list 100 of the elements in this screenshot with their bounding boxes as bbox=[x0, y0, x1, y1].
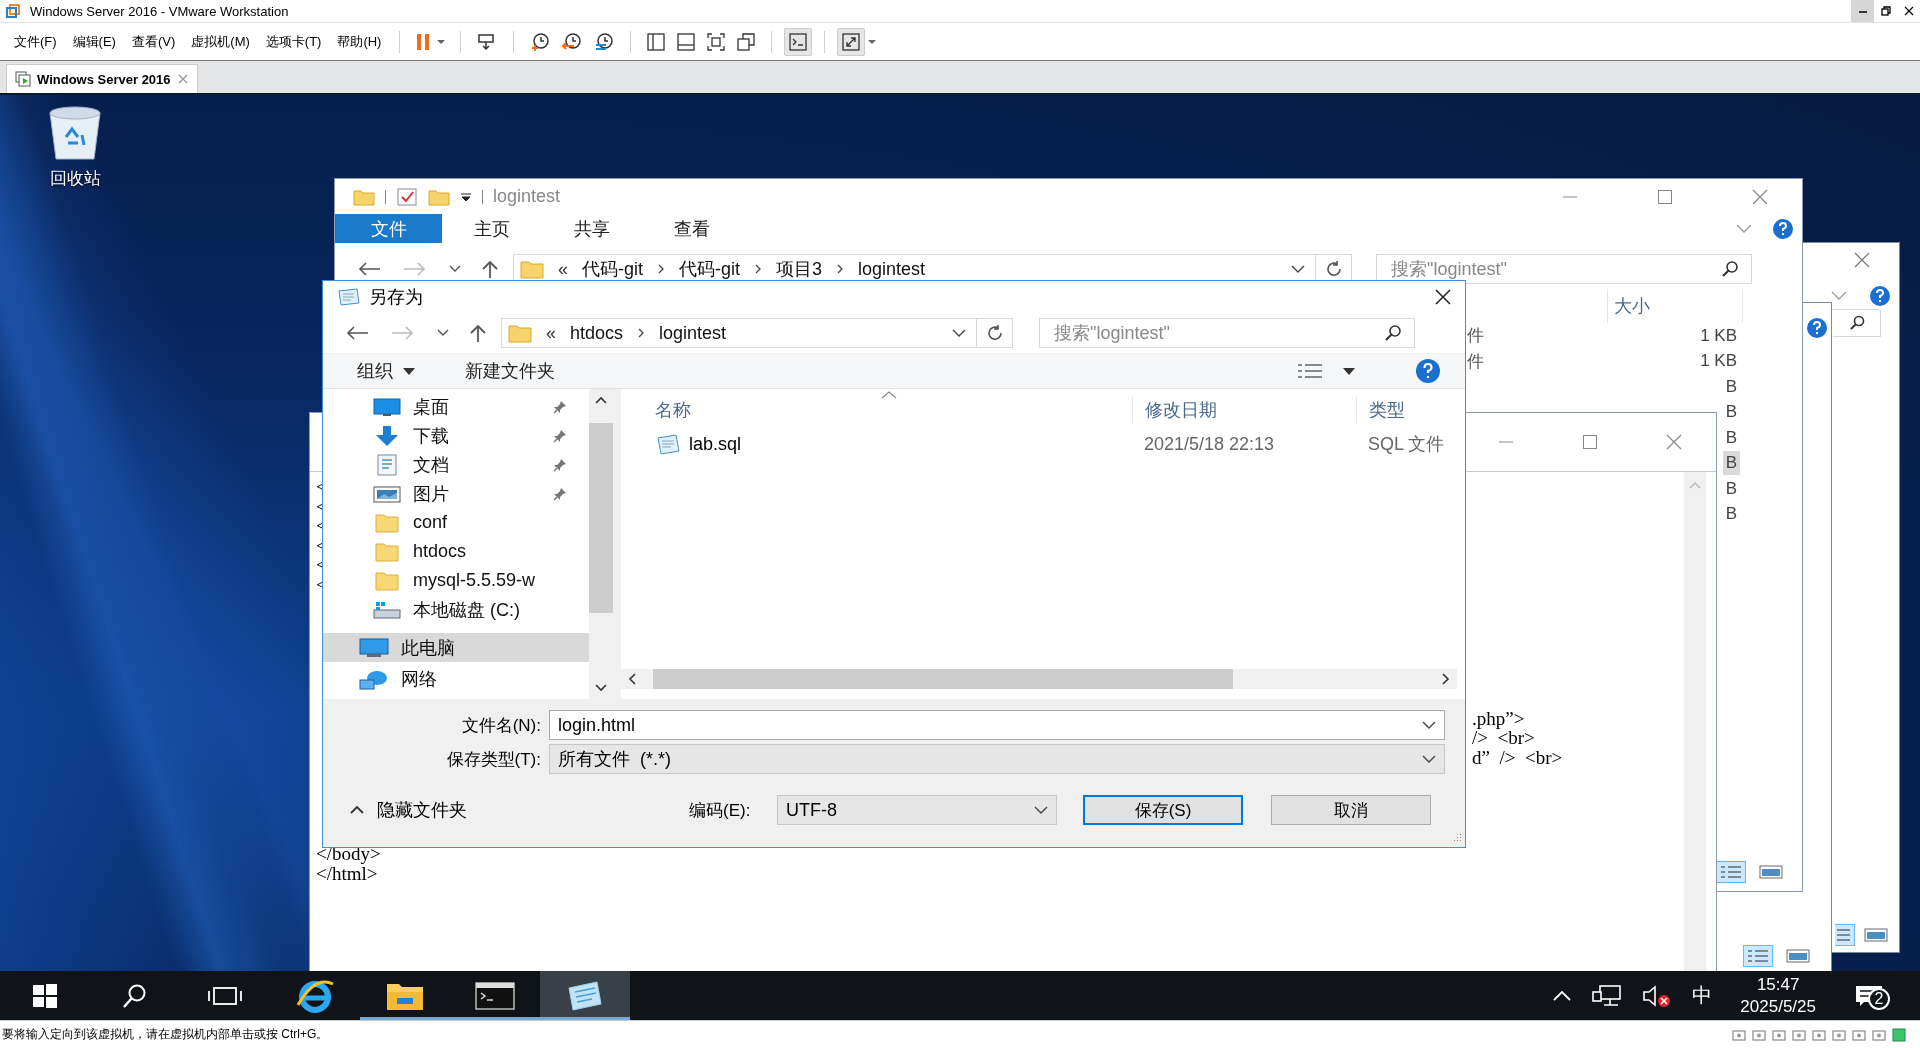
breadcrumb-overflow[interactable]: « bbox=[546, 322, 556, 344]
clock-time[interactable]: 15:47 bbox=[1756, 973, 1800, 996]
file-size[interactable]: B bbox=[1722, 451, 1740, 476]
dialog-button[interactable]: 保存(S) bbox=[1083, 795, 1243, 825]
nav-item[interactable]: conf bbox=[323, 508, 589, 537]
file-size[interactable]: B bbox=[1722, 502, 1740, 527]
details-view-icon[interactable] bbox=[1716, 861, 1746, 883]
nav-item[interactable]: 图片 bbox=[323, 479, 589, 508]
maximize-icon[interactable] bbox=[1582, 434, 1598, 450]
clock-revert-icon[interactable] bbox=[562, 31, 583, 52]
help-icon[interactable] bbox=[1869, 285, 1891, 307]
organize-menu[interactable]: 组织 bbox=[357, 359, 415, 383]
clock-date[interactable]: 2025/5/25 bbox=[1740, 995, 1816, 1018]
notepad-icon[interactable] bbox=[565, 979, 605, 1012]
notification-button[interactable]: 2 bbox=[1834, 971, 1904, 1020]
close-icon[interactable] bbox=[1434, 288, 1452, 306]
caret-icon[interactable] bbox=[403, 367, 415, 375]
breadcrumb-item[interactable]: 项目3 bbox=[776, 257, 823, 281]
scroll-right-icon[interactable] bbox=[1441, 672, 1451, 686]
breadcrumb-item[interactable]: logintest bbox=[659, 322, 727, 344]
scroll-up-icon[interactable] bbox=[594, 395, 608, 405]
up-arrow-icon[interactable] bbox=[469, 323, 487, 343]
network-icon[interactable] bbox=[1592, 984, 1623, 1007]
scroll-left-icon[interactable] bbox=[627, 672, 637, 686]
ribbon-tab[interactable]: 主页 bbox=[442, 214, 542, 243]
menu-item[interactable]: 查看(V) bbox=[123, 27, 184, 56]
menu-item[interactable]: 选项卡(T) bbox=[257, 27, 330, 56]
column-header[interactable]: 修改日期 bbox=[1132, 397, 1356, 423]
chevron-down-icon[interactable] bbox=[1291, 265, 1305, 273]
nav-item[interactable]: htdocs bbox=[323, 537, 589, 566]
clock-plus-icon[interactable] bbox=[530, 31, 551, 52]
address-bar[interactable]: « htdocs logintest bbox=[501, 318, 977, 348]
help-icon[interactable] bbox=[1415, 358, 1441, 384]
search-icon[interactable] bbox=[122, 982, 148, 1009]
search-field[interactable] bbox=[1833, 309, 1881, 337]
up-arrow-icon[interactable] bbox=[481, 259, 499, 279]
ribbon-tab[interactable]: 文件 bbox=[335, 214, 442, 243]
overlapping-windows-icon[interactable] bbox=[737, 32, 756, 51]
menu-item[interactable]: 编辑(E) bbox=[64, 27, 124, 56]
file-size[interactable]: 1 KB bbox=[1697, 323, 1740, 348]
pin-icon[interactable] bbox=[553, 486, 567, 501]
chevron-up-icon[interactable] bbox=[349, 805, 365, 815]
clock-list-icon[interactable] bbox=[594, 31, 615, 52]
chevron-right-icon[interactable] bbox=[657, 264, 666, 274]
column-header[interactable]: 名称 bbox=[621, 397, 1132, 423]
chevron-right-icon[interactable] bbox=[836, 264, 845, 274]
menu-item[interactable]: 帮助(H) bbox=[329, 27, 390, 56]
help-icon[interactable] bbox=[1772, 217, 1794, 240]
search-field[interactable]: 搜索"logintest" bbox=[1039, 318, 1415, 348]
nav-item[interactable]: 此电脑 bbox=[323, 633, 589, 662]
chevron-right-icon[interactable] bbox=[637, 328, 646, 338]
checklist-icon[interactable] bbox=[396, 186, 418, 207]
pause-icon[interactable] bbox=[416, 32, 431, 51]
restore-icon[interactable] bbox=[1880, 6, 1891, 16]
search-icon[interactable] bbox=[1848, 315, 1865, 331]
maximize-icon[interactable] bbox=[1656, 188, 1673, 205]
nav-item[interactable]: mysql-5.5.59-w bbox=[323, 566, 589, 595]
encoding-dropdown[interactable]: UTF-8 bbox=[777, 795, 1057, 825]
pin-icon[interactable] bbox=[553, 399, 567, 414]
file-size[interactable]: 1 KB bbox=[1697, 349, 1740, 374]
hide-folders-toggle[interactable]: 隐藏文件夹 bbox=[349, 798, 689, 822]
scrollbar[interactable] bbox=[589, 389, 613, 699]
close-icon[interactable] bbox=[1903, 6, 1914, 16]
chevron-right-icon[interactable] bbox=[754, 264, 763, 274]
caret-icon[interactable] bbox=[1343, 367, 1355, 375]
pin-icon[interactable] bbox=[553, 457, 567, 472]
device-icon[interactable] bbox=[1832, 1027, 1846, 1042]
resize-arrows-icon[interactable] bbox=[842, 32, 861, 51]
dialog-button[interactable]: 取消 bbox=[1271, 795, 1431, 825]
bottom-panel-layout-icon[interactable] bbox=[677, 32, 696, 51]
chevron-down-icon[interactable] bbox=[952, 329, 966, 337]
search-icon[interactable] bbox=[1721, 260, 1739, 278]
back-arrow-icon[interactable] bbox=[357, 261, 381, 277]
scrollbar[interactable] bbox=[621, 669, 1457, 689]
chevron-down-icon[interactable] bbox=[449, 265, 461, 273]
vm-tab[interactable]: Windows Server 2016 bbox=[6, 64, 198, 93]
desktop-icon-label[interactable]: 回收站 bbox=[49, 167, 101, 190]
device-icon[interactable] bbox=[1872, 1027, 1886, 1042]
breadcrumb-overflow[interactable]: « bbox=[558, 258, 568, 280]
nav-item[interactable]: 文档 bbox=[323, 450, 589, 479]
menu-item[interactable]: 文件(F) bbox=[6, 27, 65, 56]
file-size[interactable]: B bbox=[1722, 400, 1740, 425]
back-arrow-icon[interactable] bbox=[345, 325, 369, 341]
file-size[interactable]: B bbox=[1722, 425, 1740, 450]
pin-icon[interactable] bbox=[553, 428, 567, 443]
console-view-button[interactable] bbox=[784, 27, 813, 56]
browser-icon[interactable] bbox=[295, 977, 335, 1014]
device-icon[interactable] bbox=[1792, 1027, 1806, 1042]
scrollbar-thumb[interactable] bbox=[589, 423, 613, 613]
breadcrumb-item[interactable]: logintest bbox=[858, 258, 926, 280]
chevron-down-icon[interactable] bbox=[1422, 755, 1436, 763]
windows-logo-icon[interactable] bbox=[32, 982, 58, 1009]
chevron-down-icon[interactable] bbox=[1422, 721, 1436, 729]
file-size[interactable]: B bbox=[1722, 374, 1740, 399]
ribbon-tab[interactable]: 查看 bbox=[642, 214, 742, 243]
refresh-icon[interactable] bbox=[1324, 260, 1343, 278]
file-type-dropdown[interactable]: 所有文件 (*.*) bbox=[549, 744, 1445, 774]
file-name[interactable]: lab.sql bbox=[689, 433, 742, 455]
device-icon[interactable] bbox=[1812, 1027, 1826, 1042]
view-options-icon[interactable] bbox=[1297, 363, 1323, 379]
